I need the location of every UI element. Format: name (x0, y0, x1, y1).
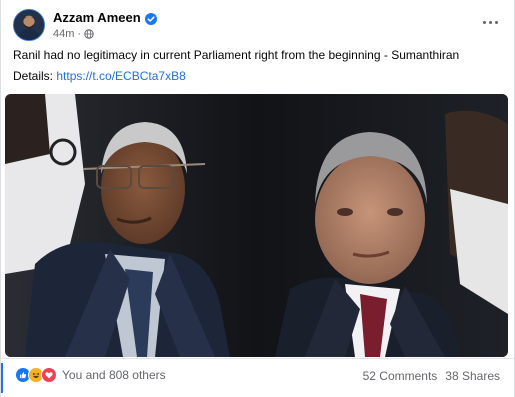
more-dot-icon (488, 20, 492, 24)
author-avatar[interactable] (13, 9, 45, 41)
reactions-summary[interactable]: You and 808 others (15, 367, 166, 383)
more-dot-icon (482, 20, 486, 24)
post-timestamp[interactable]: 44m (53, 28, 74, 40)
more-options-button[interactable] (480, 14, 500, 30)
author-line: Azzam Ameen (53, 10, 157, 25)
love-icon (41, 367, 57, 383)
post-meta: 44m · (53, 28, 94, 40)
comments-count[interactable]: 52 Comments (363, 369, 438, 383)
engagement-counts: 52 Comments 38 Shares (363, 369, 500, 383)
photo-two-men-seated (5, 94, 508, 357)
post-photo[interactable] (5, 94, 508, 357)
left-accent (1, 363, 3, 393)
meta-separator: · (77, 28, 82, 40)
more-dot-icon (494, 20, 498, 24)
avatar-image (14, 10, 44, 40)
post-text: Ranil had no legitimacy in current Parli… (13, 48, 460, 62)
details-line: Details: https://t.co/ECBCta7xB8 (13, 68, 186, 84)
shares-count[interactable]: 38 Shares (445, 369, 500, 383)
details-label: Details: (13, 69, 54, 83)
reaction-summary-text: You and 808 others (62, 368, 166, 382)
post-header: Azzam Ameen 44m · (1, 0, 514, 44)
details-link[interactable]: https://t.co/ECBCta7xB8 (56, 69, 185, 83)
footer-divider (1, 358, 514, 359)
author-name[interactable]: Azzam Ameen (53, 10, 141, 25)
globe-icon[interactable] (84, 29, 94, 39)
verified-badge-icon (144, 12, 157, 25)
post-card: Azzam Ameen 44m · Ranil had no legitimac… (0, 0, 515, 397)
